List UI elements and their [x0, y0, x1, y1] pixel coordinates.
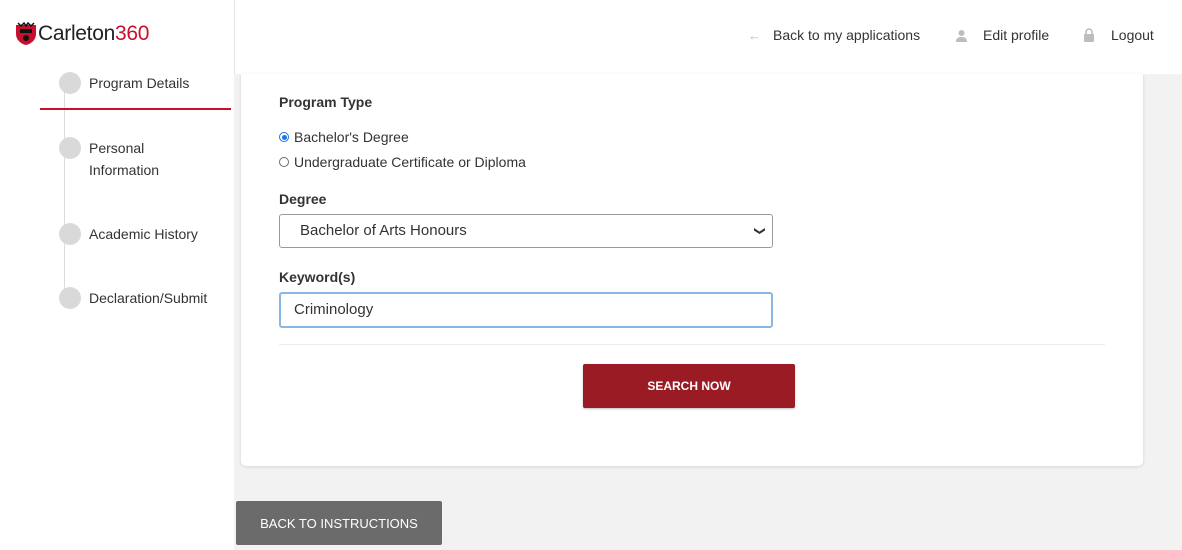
step-declaration-submit[interactable]: Declaration/Submit — [59, 287, 207, 309]
step-dot — [59, 287, 81, 309]
degree-heading: Degree — [279, 191, 327, 207]
radio-label: Undergraduate Certificate or Diploma — [294, 154, 526, 170]
radio-button-selected[interactable] — [279, 132, 289, 142]
step-personal-information[interactable]: Personal Information — [59, 137, 199, 181]
back-to-instructions-button[interactable]: BACK TO INSTRUCTIONS — [236, 501, 442, 545]
step-label: Declaration/Submit — [89, 290, 208, 306]
keywords-input-value: Criminology — [294, 301, 374, 318]
user-icon — [956, 29, 967, 42]
step-label: Academic History — [89, 226, 198, 242]
step-program-details[interactable]: Program Details — [59, 72, 189, 94]
chevron-down-icon: ❯ — [753, 226, 766, 236]
lock-icon — [1084, 28, 1094, 42]
degree-select-value: Bachelor of Arts Honours — [300, 222, 467, 239]
steps-connector — [64, 88, 65, 300]
logout-link[interactable]: Logout — [1083, 27, 1154, 43]
program-search-card: Program Type Bachelor's Degree Undergrad… — [241, 74, 1143, 466]
search-now-button[interactable]: SEARCH NOW — [583, 364, 795, 408]
edit-profile-link[interactable]: Edit profile — [955, 27, 1049, 43]
brand-name: Carleton — [38, 22, 115, 45]
active-step-indicator — [40, 108, 231, 110]
radio-bachelors-degree[interactable]: Bachelor's Degree — [279, 129, 409, 145]
radio-button[interactable] — [279, 157, 289, 167]
arrow-left-icon: ← — [748, 27, 761, 43]
keywords-heading: Keyword(s) — [279, 269, 356, 285]
back-to-applications-label: Back to my applications — [773, 27, 921, 43]
logout-label: Logout — [1111, 27, 1154, 43]
step-label: Program Details — [89, 75, 190, 91]
step-dot — [59, 137, 81, 159]
brand-logo[interactable]: Carleton 360 — [15, 22, 149, 46]
degree-select[interactable]: Bachelor of Arts Honours ❯ — [279, 214, 773, 248]
keywords-input[interactable]: Criminology — [279, 292, 773, 328]
program-type-heading: Program Type — [279, 94, 373, 110]
sidebar: Carleton 360 Program Details Personal Inf… — [0, 0, 234, 550]
step-academic-history[interactable]: Academic History — [59, 223, 198, 245]
radio-undergraduate-certificate[interactable]: Undergraduate Certificate or Diploma — [279, 154, 526, 170]
edit-profile-label: Edit profile — [983, 27, 1050, 43]
top-header: ← Back to my applications Edit profile L… — [235, 0, 1182, 74]
step-dot — [59, 72, 81, 94]
brand-number: 360 — [114, 22, 150, 45]
step-label: Personal Information — [89, 140, 160, 178]
step-dot — [59, 223, 81, 245]
shield-logo-icon — [16, 22, 36, 45]
radio-label: Bachelor's Degree — [294, 129, 409, 145]
form-divider — [279, 344, 1105, 345]
back-to-applications-link[interactable]: ← Back to my applications — [748, 27, 920, 43]
